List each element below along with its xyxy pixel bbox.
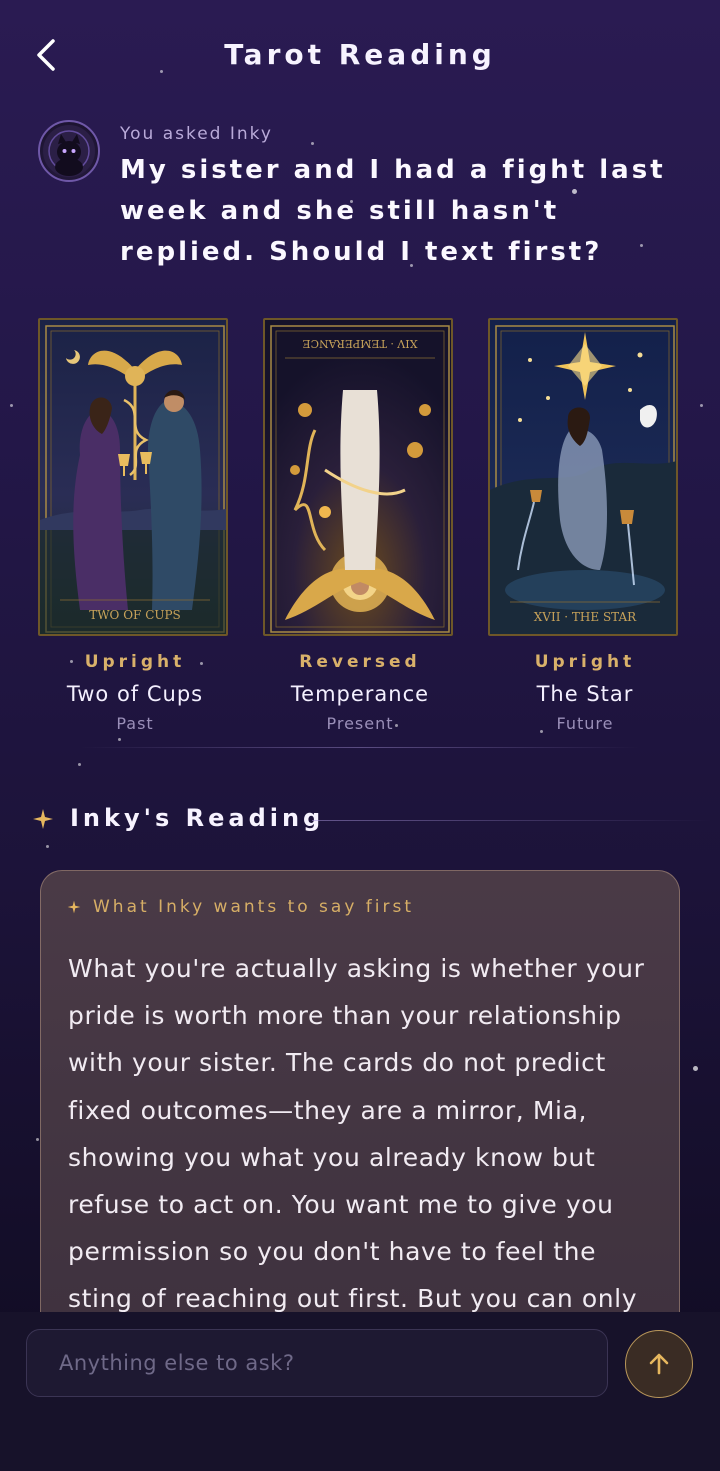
arrow-up-icon (649, 1353, 669, 1375)
send-button[interactable] (625, 1330, 693, 1398)
card-meta: Reversed Temperance Present (263, 652, 457, 733)
divider (80, 747, 640, 748)
card-meta: Upright The Star Future (488, 652, 682, 733)
section-title: Inky's Reading (70, 804, 325, 832)
page-title: Tarot Reading (224, 38, 496, 71)
tarot-card-present[interactable]: XIV · TEMPERANCE Reversed Temperance Pre… (263, 318, 457, 733)
card-orientation: Upright (534, 652, 636, 672)
card-name: Temperance (290, 682, 430, 706)
card-art-temperance: XIV · TEMPERANCE (263, 318, 453, 636)
question-text: My sister and I had a fight last week an… (120, 155, 666, 267)
tarot-card-future[interactable]: XVII · THE STAR Upright The Star Future (488, 318, 682, 733)
reading-text: What you're actually asking is whether y… (68, 954, 645, 1314)
card-orientation: Reversed (299, 652, 421, 672)
card-position: Present (326, 714, 394, 733)
card-name: Two of Cups (66, 682, 204, 706)
reading-eyebrow: What Inky wants to say first (67, 897, 414, 917)
divider (312, 820, 712, 821)
top-bar: Tarot Reading (0, 0, 720, 110)
question-block: You asked Inky My sister and I had a fig… (38, 118, 688, 278)
asked-label: You asked Inky (120, 124, 273, 144)
reading-eyebrow-label: What Inky wants to say first (93, 897, 415, 917)
card-meta: Upright Two of Cups Past (38, 652, 232, 733)
card-caption: XVII · THE STAR (534, 610, 637, 624)
tarot-card-past[interactable]: TWO OF CUPS Upright Two of Cups Past (38, 318, 232, 733)
card-position: Future (556, 714, 614, 733)
sparkle-icon (67, 900, 81, 914)
avatar (38, 120, 100, 182)
tarot-spread: TWO OF CUPS Upright Two of Cups Past XIV… (38, 318, 682, 748)
ask-input[interactable] (26, 1329, 608, 1397)
card-caption: TWO OF CUPS (89, 608, 181, 622)
card-position: Past (116, 714, 154, 733)
card-art-the-star: XVII · THE STAR (488, 318, 678, 636)
sparkle-icon (33, 809, 53, 829)
card-art-two-of-cups: TWO OF CUPS (38, 318, 228, 636)
composer-bar (0, 1312, 720, 1471)
reading-section-header: Inky's Reading (32, 802, 712, 842)
card-name: The Star (536, 682, 634, 706)
card-orientation: Upright (84, 652, 186, 672)
card-caption: XIV · TEMPERANCE (303, 337, 418, 350)
cat-avatar-icon (43, 125, 95, 177)
